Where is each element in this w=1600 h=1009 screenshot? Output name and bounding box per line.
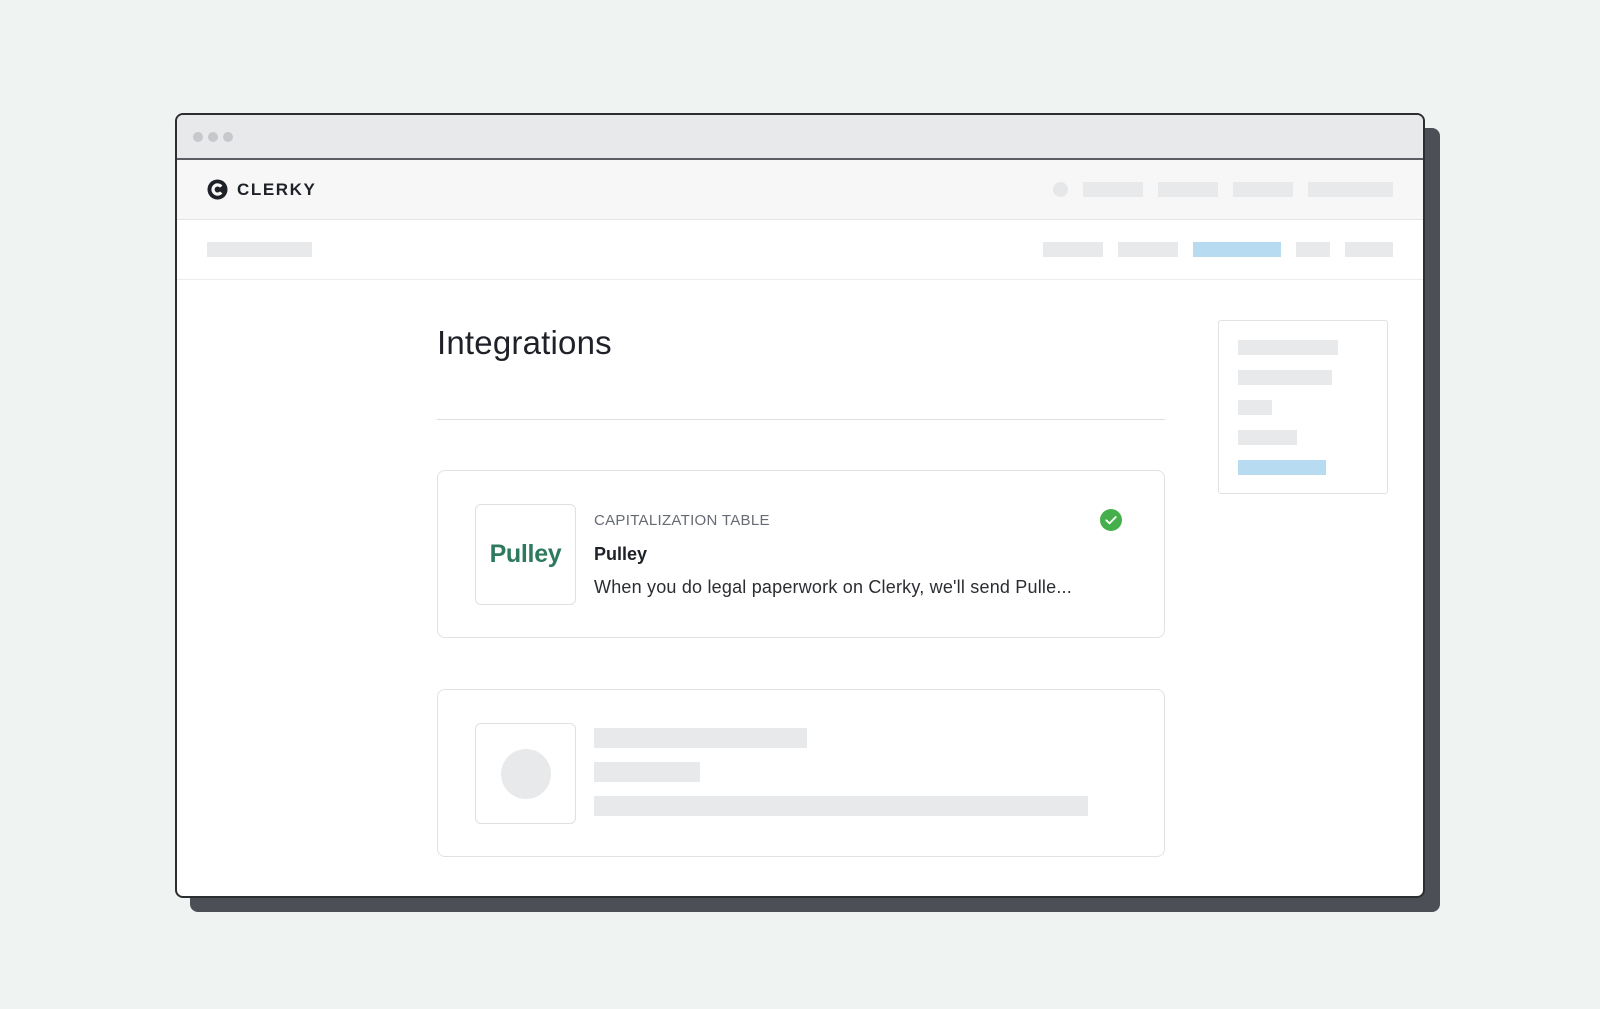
header-link-placeholder[interactable] bbox=[1158, 182, 1218, 197]
placeholder-logo-icon bbox=[500, 748, 551, 799]
pulley-logo-box: Pulley bbox=[475, 504, 576, 605]
browser-window: CLERKY Integrations Pulley CAPITALIZATIO… bbox=[175, 113, 1425, 898]
user-avatar-placeholder[interactable] bbox=[1053, 182, 1068, 197]
subnav-tab-placeholder[interactable] bbox=[1345, 242, 1393, 257]
main-content: Integrations Pulley CAPITALIZATION TABLE… bbox=[177, 280, 1423, 896]
header-nav bbox=[1053, 182, 1393, 197]
header-link-placeholder[interactable] bbox=[1233, 182, 1293, 197]
integration-category: CAPITALIZATION TABLE bbox=[594, 512, 770, 529]
description-placeholder bbox=[594, 796, 1088, 816]
subnav-tabs bbox=[1043, 242, 1393, 257]
category-placeholder bbox=[594, 728, 807, 748]
integration-description: When you do legal paperwork on Clerky, w… bbox=[594, 577, 1072, 597]
pulley-logo: Pulley bbox=[489, 540, 562, 568]
sidebar-item-placeholder[interactable] bbox=[1238, 430, 1297, 445]
header-link-placeholder[interactable] bbox=[1083, 182, 1143, 197]
brand-name: CLERKY bbox=[237, 179, 317, 199]
integration-name: Pulley bbox=[594, 544, 648, 564]
placeholder-logo-box bbox=[475, 723, 576, 824]
header-link-placeholder[interactable] bbox=[1308, 182, 1393, 197]
check-circle-icon bbox=[1100, 509, 1122, 531]
subnav-tab-active-placeholder[interactable] bbox=[1193, 242, 1281, 257]
window-close-dot[interactable] bbox=[193, 131, 203, 142]
window-minimize-dot[interactable] bbox=[208, 131, 218, 142]
sidebar-item-active-placeholder[interactable] bbox=[1238, 460, 1326, 475]
company-subnav bbox=[177, 220, 1423, 280]
subnav-tab-placeholder[interactable] bbox=[1118, 242, 1178, 257]
company-name-placeholder bbox=[207, 242, 312, 257]
browser-titlebar bbox=[177, 115, 1423, 160]
integration-card-placeholder[interactable] bbox=[437, 689, 1165, 857]
sidebar-item-placeholder[interactable] bbox=[1238, 400, 1272, 415]
clerky-logo[interactable]: CLERKY bbox=[207, 179, 317, 200]
window-maximize-dot[interactable] bbox=[223, 131, 233, 142]
title-divider bbox=[437, 419, 1165, 420]
subnav-tab-placeholder[interactable] bbox=[1043, 242, 1103, 257]
integration-card-pulley[interactable]: Pulley CAPITALIZATION TABLE Pulley When … bbox=[437, 470, 1165, 638]
name-placeholder bbox=[594, 762, 700, 782]
sidebar-item-placeholder[interactable] bbox=[1238, 340, 1338, 355]
sidebar-menu bbox=[1218, 320, 1388, 494]
sidebar-item-placeholder[interactable] bbox=[1238, 370, 1332, 385]
page-title: Integrations bbox=[437, 324, 612, 361]
subnav-tab-placeholder[interactable] bbox=[1296, 242, 1330, 257]
app-header: CLERKY bbox=[177, 160, 1423, 220]
clerky-logo-icon bbox=[207, 179, 228, 200]
